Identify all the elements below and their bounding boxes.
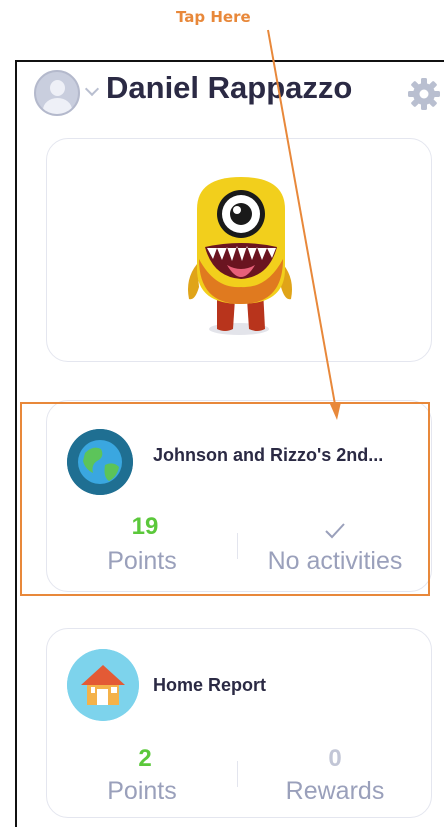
home-icon	[67, 649, 139, 721]
home-points-label: Points	[107, 777, 177, 805]
user-name[interactable]: Daniel Rappazzo	[106, 70, 352, 106]
stat-divider	[237, 761, 238, 787]
home-report-title: Home Report	[153, 675, 267, 695]
class-points-label: Points	[107, 547, 177, 575]
chevron-down-icon[interactable]	[84, 81, 100, 97]
monster-avatar-icon	[188, 177, 292, 335]
home-points-value: 2	[138, 745, 152, 772]
checkmark-icon	[325, 523, 345, 539]
tap-here-annotation: Tap Here	[176, 8, 251, 26]
globe-icon	[67, 429, 133, 495]
home-rewards-value: 0	[328, 745, 342, 772]
class-activity-label: No activities	[267, 547, 403, 575]
gear-icon[interactable]	[406, 76, 442, 112]
class-points-value: 19	[131, 513, 159, 540]
header: Daniel Rappazzo	[34, 68, 444, 116]
user-avatar-icon[interactable]	[34, 70, 80, 116]
class-title: Johnson and Rizzo's 2nd...	[153, 445, 384, 465]
home-rewards-label: Rewards	[285, 777, 385, 805]
home-report-card[interactable]: Home Report 2 Points 0 Rewards	[46, 628, 432, 818]
stat-divider	[237, 533, 238, 559]
monster-avatar-card[interactable]	[46, 138, 432, 362]
class-card[interactable]: Johnson and Rizzo's 2nd... 19 Points No …	[46, 400, 432, 592]
